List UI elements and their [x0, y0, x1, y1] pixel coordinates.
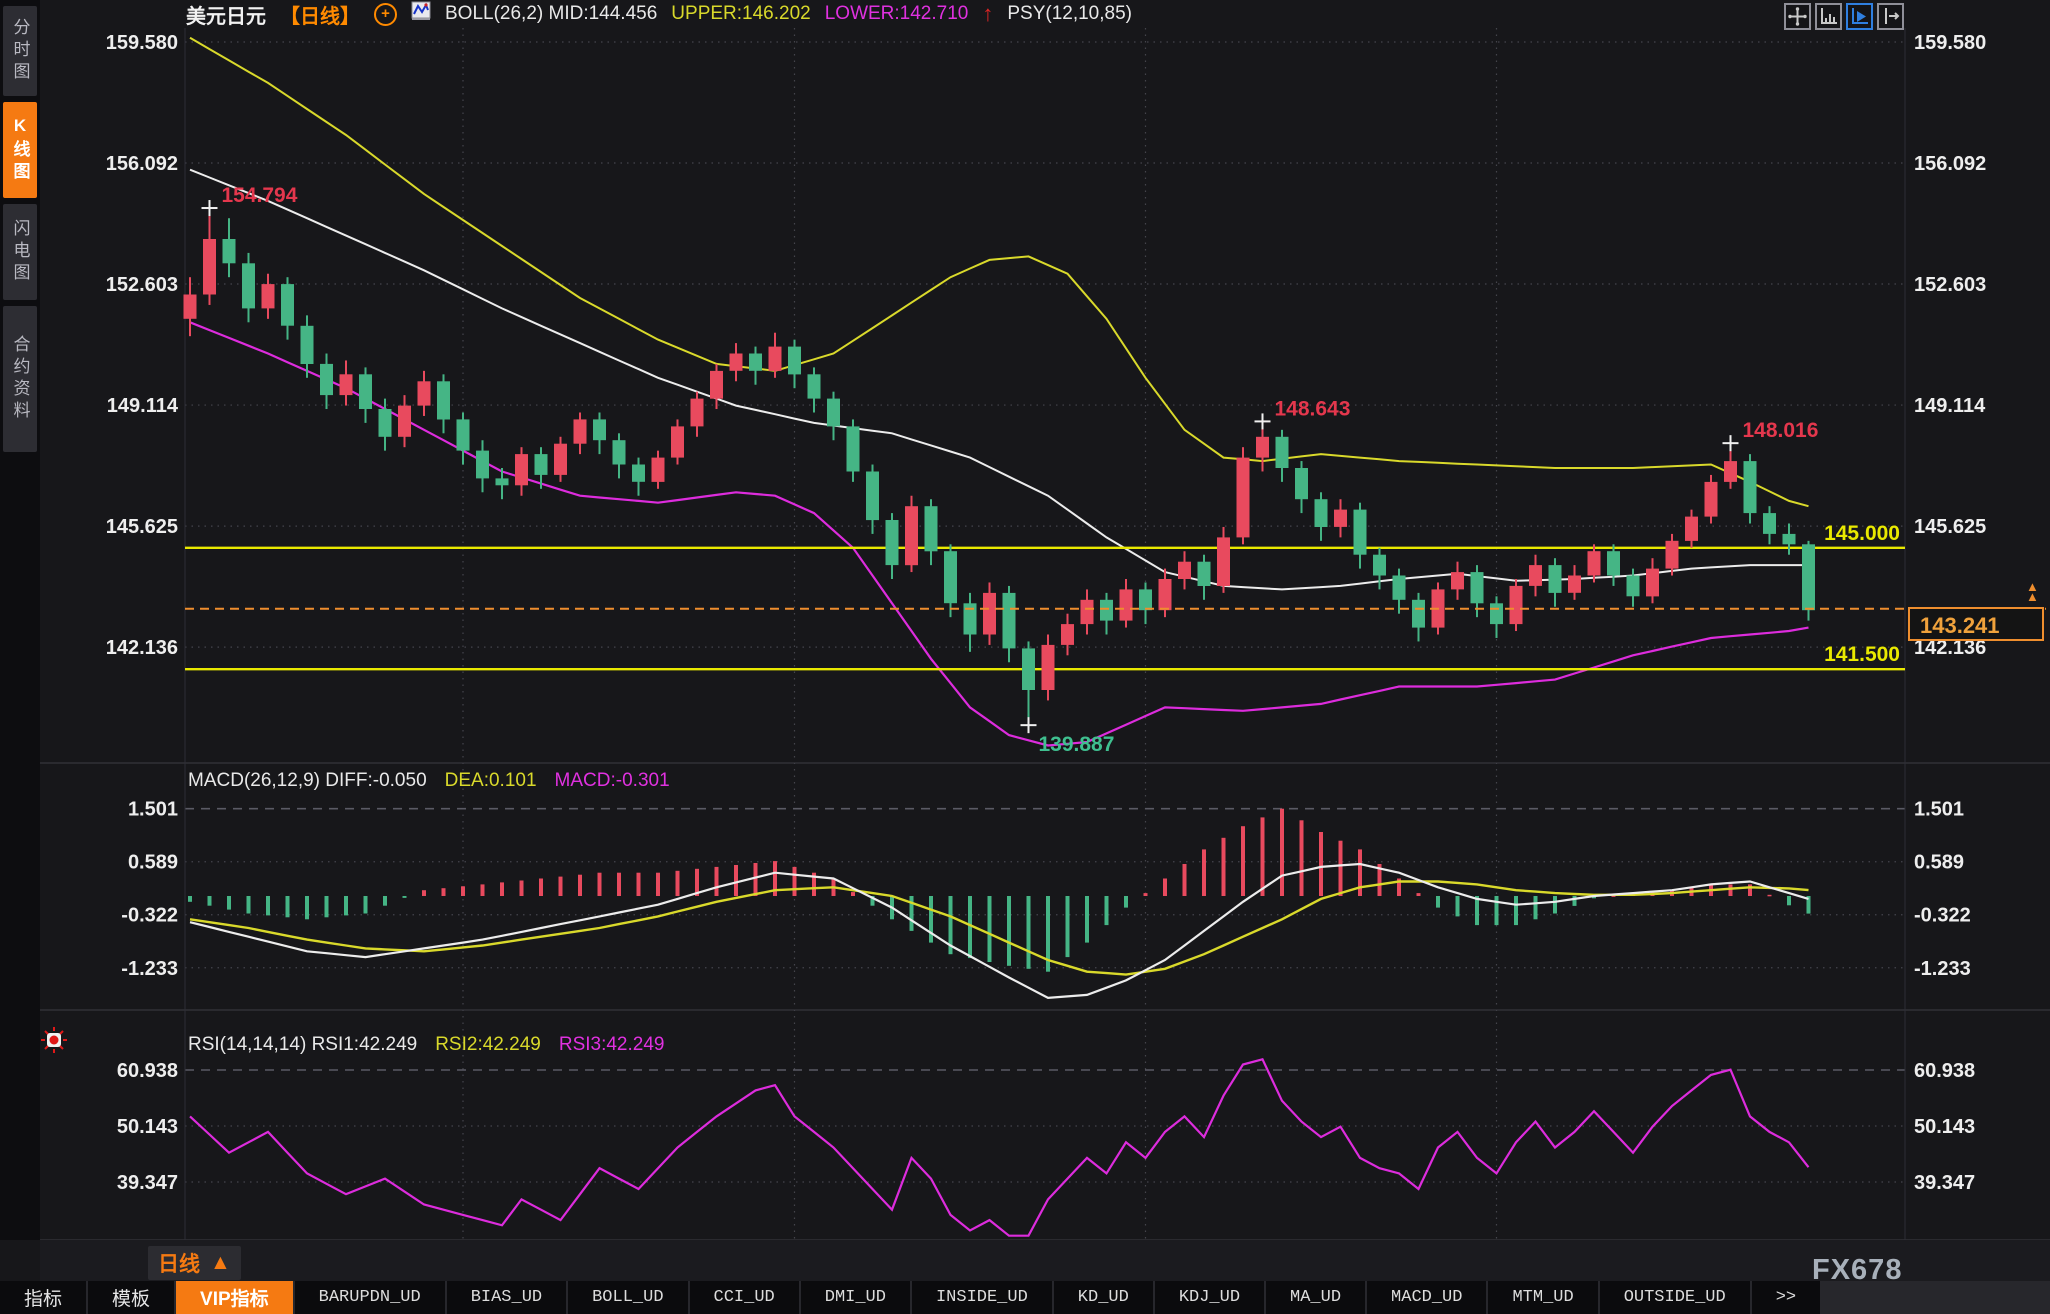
svg-text:-1.233: -1.233	[121, 958, 178, 980]
svg-text:39.347: 39.347	[117, 1172, 178, 1194]
bottom-tab-15[interactable]: >>	[1751, 1281, 1821, 1314]
chart-canvas[interactable]: 159.580 159.580 156.092 156.092 152.603 152.6…	[0, 0, 2050, 1314]
svg-text:39.347: 39.347	[1914, 1172, 1975, 1194]
svg-text:0.589: 0.589	[128, 852, 178, 874]
svg-text:145.000: 145.000	[1824, 522, 1900, 545]
bottom-tab-14[interactable]: OUTSIDE_UD	[1599, 1281, 1750, 1314]
svg-text:152.603: 152.603	[1914, 274, 1986, 296]
period-dropdown-arrow-icon: ▲	[210, 1251, 231, 1274]
svg-text:156.092: 156.092	[106, 153, 178, 175]
bottom-tab-3[interactable]: BARUPDN_UD	[294, 1281, 445, 1314]
svg-text:152.603: 152.603	[106, 274, 178, 296]
svg-text:141.500: 141.500	[1824, 643, 1900, 666]
svg-text:156.092: 156.092	[1914, 153, 1986, 175]
bottom-tab-8[interactable]: INSIDE_UD	[911, 1281, 1052, 1314]
macd-diff-readout: MACD(26,12,9) DIFF:-0.050	[188, 770, 427, 791]
svg-text:149.114: 149.114	[107, 395, 179, 417]
svg-text:-0.322: -0.322	[1914, 905, 1971, 927]
bottom-tab-5[interactable]: BOLL_UD	[568, 1281, 688, 1314]
period-selector[interactable]: 日线 ▲	[148, 1246, 241, 1280]
svg-text:0.589: 0.589	[1914, 852, 1964, 874]
svg-text:-1.233: -1.233	[1914, 958, 1971, 980]
bottom-tab-6[interactable]: CCI_UD	[689, 1281, 799, 1314]
bottom-tab-9[interactable]: KD_UD	[1053, 1281, 1153, 1314]
svg-text:60.938: 60.938	[1914, 1060, 1975, 1082]
svg-text:139.887: 139.887	[1039, 733, 1115, 756]
bottom-tab-1[interactable]: 模板	[88, 1281, 175, 1314]
bollinger-bands	[189, 36, 1809, 747]
price-tick-arrows-icon: ▲ ▲	[2026, 579, 2039, 604]
bottom-tab-11[interactable]: MA_UD	[1266, 1281, 1366, 1314]
svg-text:145.625: 145.625	[106, 516, 178, 538]
bottom-tab-4[interactable]: BIAS_UD	[446, 1281, 567, 1314]
indicator-tabbar: 指标 模板 VIP指标 BARUPDN_UD BIAS_UD BOLL_UD CCI_UD D…	[0, 1281, 2050, 1314]
macd-dea-readout: DEA:0.101	[444, 770, 537, 791]
svg-text:148.643: 148.643	[1275, 397, 1351, 420]
bottom-tab-7[interactable]: DMI_UD	[800, 1281, 910, 1314]
svg-text:50.143: 50.143	[117, 1116, 178, 1138]
svg-text:50.143: 50.143	[1914, 1116, 1975, 1138]
svg-text:159.580: 159.580	[1914, 32, 1986, 54]
rsi1-readout: RSI(14,14,14) RSI1:42.249	[188, 1034, 418, 1055]
last-price-badge: 143.241	[1908, 607, 2044, 641]
svg-text:149.114: 149.114	[1914, 395, 1986, 417]
period-label: 日线	[158, 1253, 200, 1276]
rsi3-readout: RSI3:42.249	[558, 1034, 665, 1055]
svg-text:60.938: 60.938	[117, 1060, 178, 1082]
svg-text:-0.322: -0.322	[121, 905, 178, 927]
bottom-tab-12[interactable]: MACD_UD	[1367, 1281, 1487, 1314]
bottom-tab-10[interactable]: KDJ_UD	[1154, 1281, 1265, 1314]
svg-text:148.016: 148.016	[1743, 419, 1819, 442]
svg-text:1.501: 1.501	[1914, 799, 1964, 821]
svg-text:154.794: 154.794	[222, 184, 298, 207]
alert-burst-icon	[40, 1026, 68, 1059]
svg-text:145.625: 145.625	[1914, 516, 1986, 538]
bottom-tab-2[interactable]: VIP指标	[176, 1281, 293, 1314]
rsi-header: RSI(14,14,14) RSI1:42.249 RSI2:42.249 RS…	[188, 1034, 664, 1056]
rsi2-readout: RSI2:42.249	[435, 1034, 541, 1055]
bottom-tab-13[interactable]: MTM_UD	[1488, 1281, 1598, 1314]
rsi-pane	[189, 1058, 1810, 1237]
macd-pane	[188, 808, 1811, 1000]
svg-text:159.580: 159.580	[106, 32, 178, 54]
svg-text:142.136: 142.136	[106, 637, 178, 659]
macd-value-readout: MACD:-0.301	[554, 770, 670, 791]
time-axis-strip	[40, 1240, 2050, 1281]
app-window: 美元日元 【日线】 BOLL(26,2) MID:144.456 UPPER:1…	[0, 0, 2050, 1314]
svg-text:1.501: 1.501	[128, 799, 178, 821]
macd-header: MACD(26,12,9) DIFF:-0.050 DEA:0.101 MACD…	[188, 770, 670, 792]
bottom-tab-0[interactable]: 指标	[0, 1281, 87, 1314]
